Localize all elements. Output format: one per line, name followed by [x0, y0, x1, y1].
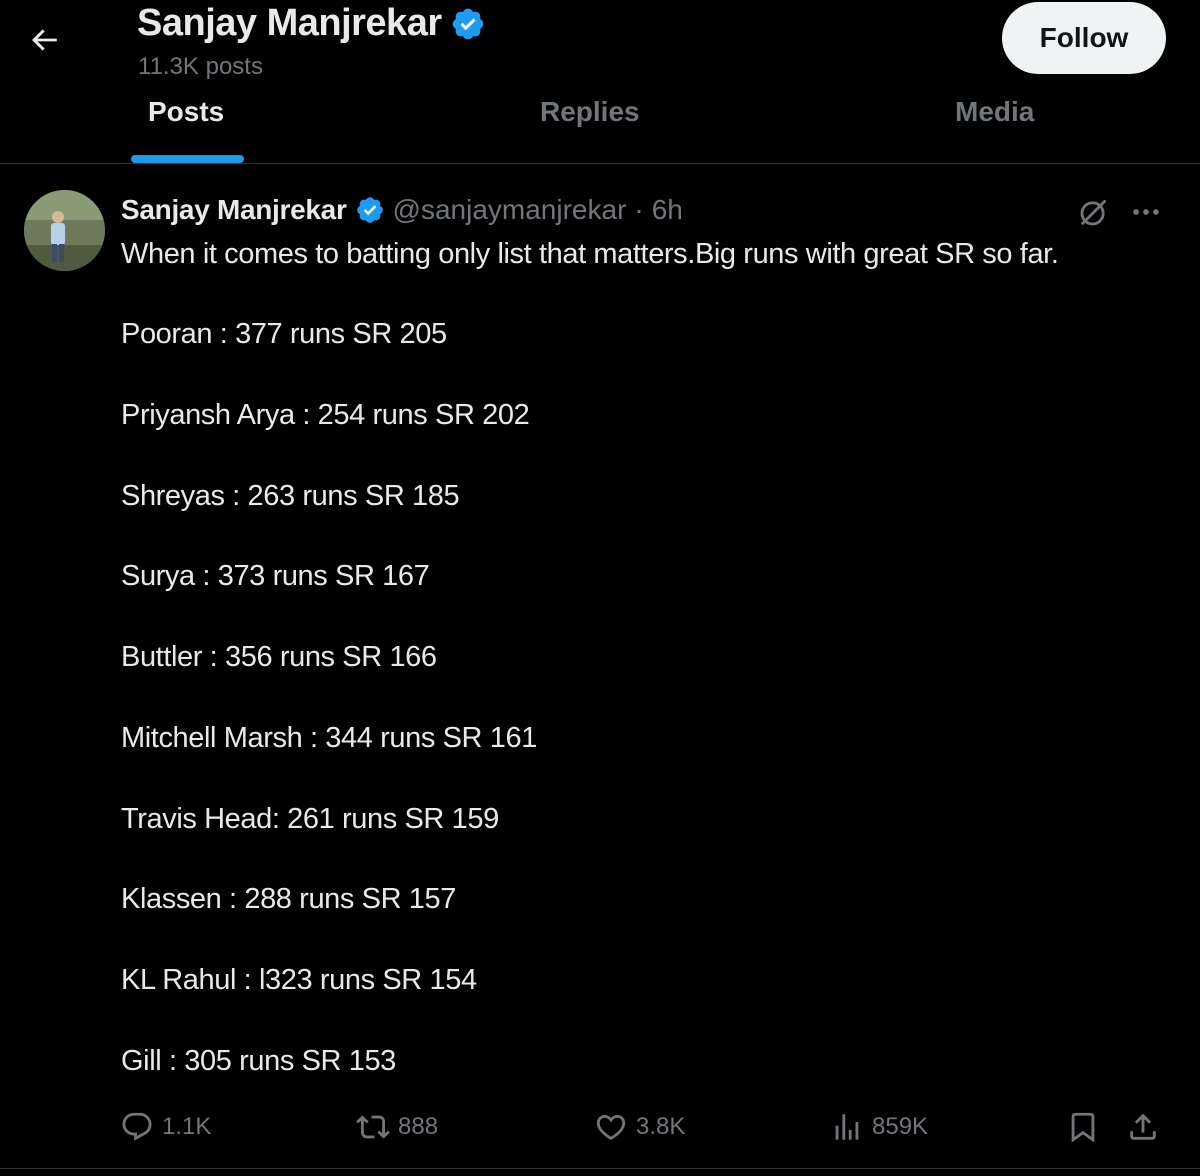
author-name[interactable]: Sanjay Manjrekar: [121, 194, 347, 226]
profile-header: Sanjay Manjrekar 11.3K posts Follow Post…: [0, 0, 1200, 164]
post-count: 11.3K posts: [138, 53, 263, 80]
divider: [0, 1168, 1200, 1169]
back-button[interactable]: [22, 18, 66, 62]
repost-button[interactable]: 888: [356, 1106, 438, 1148]
stat-line: Mitchell Marsh : 344 runs SR 161: [121, 722, 537, 754]
author-handle[interactable]: @sanjaymanjrekar: [393, 194, 627, 226]
reply-count: 1.1K: [162, 1113, 212, 1140]
like-count: 3.8K: [636, 1113, 686, 1140]
reply-button[interactable]: 1.1K: [120, 1106, 211, 1148]
views-button[interactable]: 859K: [830, 1106, 928, 1148]
repost-count: 888: [398, 1113, 439, 1140]
bookmark-button[interactable]: [1066, 1106, 1100, 1148]
stat-line: Buttler : 356 runs SR 166: [121, 641, 437, 673]
reply-icon: [122, 1112, 152, 1141]
tab-media[interactable]: Media: [955, 92, 1034, 132]
stat-line: KL Rahul : l323 runs SR 154: [121, 964, 477, 996]
views-count: 859K: [872, 1113, 929, 1140]
more-button[interactable]: [1126, 192, 1166, 232]
grok-icon: [1080, 199, 1107, 226]
stat-line: Gill : 305 runs SR 153: [121, 1045, 396, 1077]
follow-button[interactable]: Follow: [1002, 2, 1166, 74]
grok-button[interactable]: [1074, 192, 1114, 232]
share-icon: [1130, 1113, 1156, 1140]
profile-name: Sanjay Manjrekar: [137, 2, 442, 44]
stat-line: Priyansh Arya : 254 runs SR 202: [121, 399, 530, 431]
arrow-left-icon: [32, 29, 57, 51]
repost-icon: [356, 1115, 390, 1139]
bookmark-icon: [1071, 1112, 1095, 1143]
tweet-timestamp[interactable]: 6h: [652, 194, 683, 226]
profile-name-group: Sanjay Manjrekar: [137, 2, 486, 45]
tweet-text: When it comes to batting only list that …: [121, 234, 1181, 274]
stat-line: Pooran : 377 runs SR 205: [121, 318, 447, 350]
active-tab-indicator: [131, 155, 244, 163]
stat-line: Travis Head: 261 runs SR 159: [121, 803, 499, 835]
stat-line: Shreyas : 263 runs SR 185: [121, 480, 460, 512]
share-button[interactable]: [1126, 1106, 1160, 1148]
like-button[interactable]: 3.8K: [594, 1106, 685, 1148]
verified-badge-icon: [452, 8, 483, 39]
heart-icon: [596, 1114, 626, 1140]
avatar[interactable]: [24, 190, 105, 271]
separator-dot: ·: [634, 194, 644, 225]
stat-line: Surya : 373 runs SR 167: [121, 560, 430, 592]
more-icon: [1133, 209, 1159, 215]
views-icon: [835, 1114, 859, 1140]
verified-badge-icon: [356, 197, 383, 223]
tweet-intro: When it comes to batting only list that …: [121, 238, 1059, 270]
stat-line: Klassen : 288 runs SR 157: [121, 883, 456, 915]
tab-posts[interactable]: Posts: [148, 92, 224, 132]
avatar-photo: [24, 190, 105, 271]
tab-replies[interactable]: Replies: [540, 92, 640, 132]
tweet-header: Sanjay Manjrekar @sanjaymanjrekar · 6h: [121, 190, 683, 230]
